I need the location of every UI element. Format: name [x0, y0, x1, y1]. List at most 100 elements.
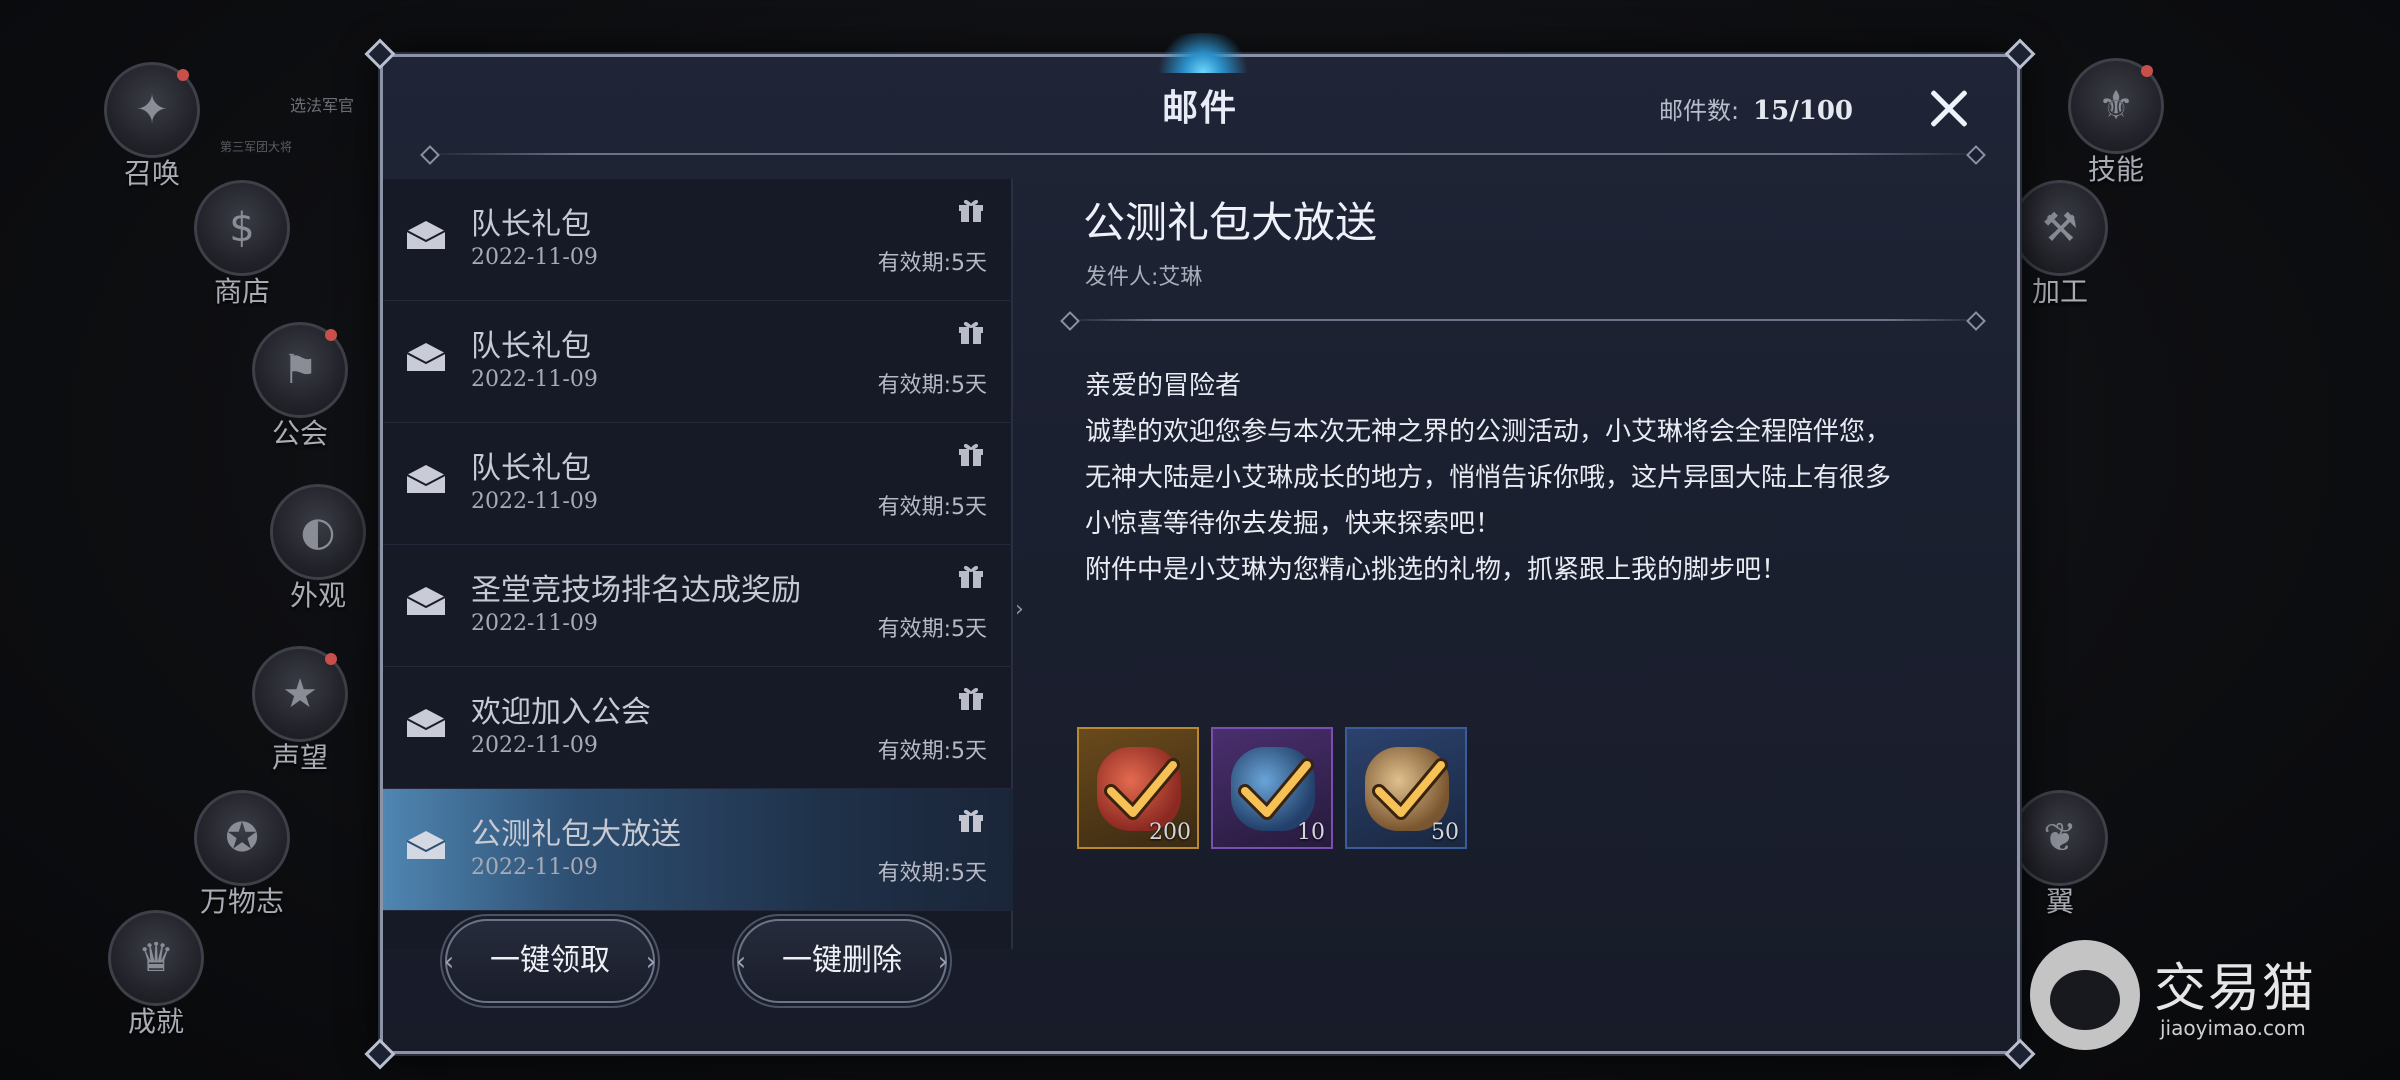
mail-count: 邮件数: 15/100 — [1659, 91, 1853, 126]
side-item-label: 成就 — [127, 1005, 184, 1038]
gift-icon — [957, 197, 985, 223]
attachment-qty: 50 — [1431, 820, 1459, 845]
attachment-slot[interactable]: 50 — [1345, 727, 1467, 849]
delete-all-label: 一键删除 — [782, 943, 902, 978]
chevron-right-icon: › — [1015, 597, 1024, 622]
chevron-right-icon: › — [645, 947, 657, 977]
summon-icon: ✦ — [104, 62, 200, 158]
mail-validity: 有效期:5天 — [877, 373, 987, 398]
mail-list-item[interactable]: 队长礼包 2022-11-09 有效期:5天 — [383, 423, 1013, 545]
corner-ornament — [364, 38, 396, 70]
corner-ornament — [2004, 38, 2036, 70]
watermark-logo-icon — [2030, 940, 2140, 1050]
side-item-reputation[interactable]: ★ 声望 — [230, 646, 370, 776]
notification-dot — [177, 69, 189, 81]
envelope-icon — [405, 341, 447, 373]
guild-icon: ⚑ — [252, 322, 348, 418]
mail-count-value: 15/100 — [1753, 96, 1853, 126]
mail-validity: 有效期:5天 — [877, 495, 987, 520]
wings-icon: ❦ — [2012, 790, 2108, 886]
envelope-icon — [405, 219, 447, 251]
attachment-slot[interactable]: 200 — [1077, 727, 1199, 849]
corner-ornament — [364, 1038, 396, 1070]
mail-body: 亲爱的冒险者 诚挚的欢迎您参与本次无神之界的公测活动，小艾琳将会全程陪伴您， 无… — [1085, 363, 1985, 593]
mail-list-item[interactable]: 队长礼包 2022-11-09 有效期:5天 — [383, 179, 1013, 301]
mail-dialog: 邮件 邮件数: 15/100 队长礼包 2022-11-09 有效期:5天 队长礼… — [364, 33, 2036, 1070]
watermark-brand: 交易猫 — [2154, 959, 2317, 1019]
side-item-label: 公会 — [271, 417, 328, 450]
side-item-label: 商店 — [213, 275, 270, 308]
mail-detail-title: 公测礼包大放送 — [1083, 198, 1378, 247]
delete-all-button[interactable]: ‹ 一键删除 › — [736, 919, 948, 1003]
mail-sender: 发件人:艾琳 — [1085, 265, 1203, 290]
watermark-url: jiaoyimao.com — [2160, 1016, 2306, 1040]
header-divider — [423, 153, 1983, 155]
envelope-icon — [405, 829, 447, 861]
mail-list-item[interactable]: 队长礼包 2022-11-09 有效期:5天 — [383, 301, 1013, 423]
side-item-label: 外观 — [289, 579, 346, 612]
detail-divider — [1063, 319, 1983, 321]
mail-title: 公测礼包大放送 — [471, 817, 681, 852]
mail-title: 圣堂竞技场排名达成奖励 — [471, 573, 801, 608]
notification-dot — [325, 329, 337, 341]
check-icon — [1104, 758, 1180, 820]
mail-body-line: 诚挚的欢迎您参与本次无神之界的公测活动，小艾琳将会全程陪伴您， — [1085, 417, 1892, 447]
craft-icon: ⚒ — [2012, 180, 2108, 276]
gift-icon — [957, 563, 985, 589]
envelope-icon — [405, 707, 447, 739]
gift-icon — [957, 807, 985, 833]
chevron-left-icon: ‹ — [735, 947, 747, 977]
mail-title: 队长礼包 — [471, 207, 591, 242]
mail-date: 2022-11-09 — [471, 733, 598, 758]
side-item-codex[interactable]: ✪ 万物志 — [172, 790, 312, 920]
claim-all-button[interactable]: ‹ 一键领取 › — [444, 919, 656, 1003]
achievement-icon: ♛ — [108, 910, 204, 1006]
mail-date: 2022-11-09 — [471, 489, 598, 514]
mail-date: 2022-11-09 — [471, 367, 598, 392]
mail-list-item[interactable]: 圣堂竞技场排名达成奖励 2022-11-09 有效期:5天 — [383, 545, 1013, 667]
attachment-qty: 10 — [1297, 820, 1325, 845]
mail-validity: 有效期:5天 — [877, 861, 987, 886]
mail-validity: 有效期:5天 — [877, 251, 987, 276]
skill-icon: ⚜ — [2068, 58, 2164, 154]
mail-body-line: 亲爱的冒险者 — [1085, 371, 1242, 401]
side-item-skill[interactable]: ⚜ 技能 — [2046, 58, 2186, 188]
close-button[interactable] — [1921, 81, 1977, 137]
codex-icon: ✪ — [194, 790, 290, 886]
chevron-right-icon: › — [937, 947, 949, 977]
mail-title: 欢迎加入公会 — [471, 695, 651, 730]
notification-dot — [325, 653, 337, 665]
bg-caption: 选法军官 — [290, 96, 355, 115]
crest-ornament — [1153, 33, 1253, 73]
watermark: 交易猫 jiaoyimao.com — [2030, 940, 2370, 1050]
notification-dot — [2141, 65, 2153, 77]
side-item-shop[interactable]: $ 商店 — [172, 180, 312, 310]
mail-body-line: 无神大陆是小艾琳成长的地方，悄悄告诉你哦，这片异国大陆上有很多 — [1085, 463, 1892, 493]
side-item-appearance[interactable]: ◐ 外观 — [248, 484, 388, 614]
mail-count-label: 邮件数: — [1658, 97, 1740, 125]
envelope-icon — [405, 463, 447, 495]
reputation-icon: ★ — [252, 646, 348, 742]
shop-icon: $ — [194, 180, 290, 276]
gift-icon — [957, 319, 985, 345]
check-icon — [1372, 758, 1448, 820]
side-item-achievement[interactable]: ♛ 成就 — [86, 910, 226, 1040]
side-item-summon[interactable]: ✦ 召唤 — [82, 62, 222, 192]
side-item-label: 声望 — [271, 741, 328, 774]
mail-list[interactable]: 队长礼包 2022-11-09 有效期:5天 队长礼包 2022-11-09 有… — [383, 179, 1013, 949]
mail-date: 2022-11-09 — [471, 855, 598, 880]
mail-body-line: 附件中是小艾琳为您精心挑选的礼物，抓紧跟上我的脚步吧！ — [1085, 555, 1788, 585]
chevron-left-icon: ‹ — [443, 947, 455, 977]
bg-caption: 第三军团大将 — [220, 140, 293, 154]
mail-validity: 有效期:5天 — [877, 739, 987, 764]
mail-list-item[interactable]: 欢迎加入公会 2022-11-09 有效期:5天 — [383, 667, 1013, 789]
mail-body-line: 小惊喜等待你去发掘，快来探索吧！ — [1085, 509, 1502, 539]
mail-list-item-selected[interactable]: 公测礼包大放送 2022-11-09 有效期:5天 — [383, 789, 1013, 911]
attachment-qty: 200 — [1149, 820, 1191, 845]
gift-icon — [957, 685, 985, 711]
side-item-guild[interactable]: ⚑ 公会 — [230, 322, 370, 452]
claim-all-label: 一键领取 — [490, 943, 610, 978]
attachment-slot[interactable]: 10 — [1211, 727, 1333, 849]
appearance-icon: ◐ — [270, 484, 366, 580]
mail-validity: 有效期:5天 — [877, 617, 987, 642]
